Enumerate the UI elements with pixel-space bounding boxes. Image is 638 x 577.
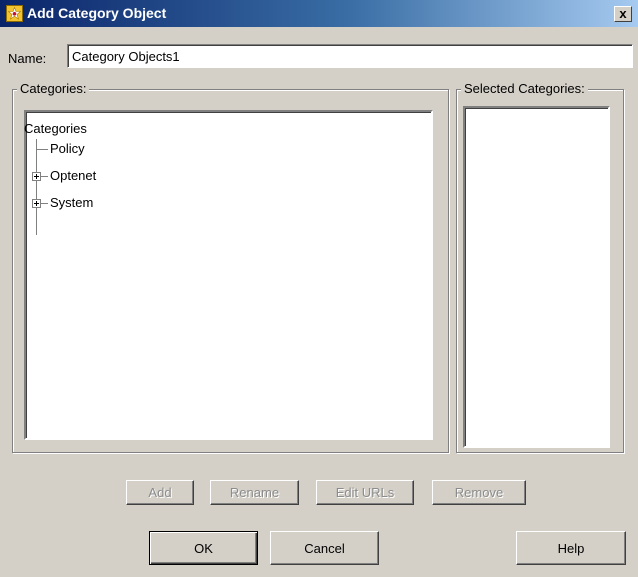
add-button[interactable]: Add xyxy=(126,480,194,505)
categories-group-label: Categories: xyxy=(17,81,90,97)
tree-root-categories[interactable]: Categories xyxy=(24,121,87,137)
expand-icon-system[interactable] xyxy=(32,199,41,208)
tree-item-optenet[interactable]: Optenet xyxy=(50,168,96,184)
selected-categories-list[interactable] xyxy=(463,106,610,448)
rename-button[interactable]: Rename xyxy=(210,480,299,505)
tree-connector-policy xyxy=(36,149,48,150)
tree-connector-vertical xyxy=(36,139,37,235)
tree-item-system[interactable]: System xyxy=(50,195,93,211)
window-title: Add Category Object xyxy=(27,5,167,21)
ok-button[interactable]: OK xyxy=(149,531,258,565)
tree-item-policy[interactable]: Policy xyxy=(50,141,85,157)
categories-group: Categories: Categories Policy Optenet Sy… xyxy=(12,81,449,453)
selected-categories-group: Selected Categories: xyxy=(456,81,624,453)
tree-connector-optenet xyxy=(41,176,48,177)
categories-tree[interactable]: Categories Policy Optenet System xyxy=(24,110,433,440)
close-button[interactable]: x xyxy=(614,6,632,22)
name-label: Name: xyxy=(8,51,47,66)
help-button[interactable]: Help xyxy=(516,531,626,565)
expand-icon-optenet[interactable] xyxy=(32,172,41,181)
selected-categories-label: Selected Categories: xyxy=(461,81,588,97)
tree-connector-system xyxy=(41,203,48,204)
app-icon xyxy=(6,5,23,22)
edit-urls-button[interactable]: Edit URLs xyxy=(316,480,414,505)
remove-button[interactable]: Remove xyxy=(432,480,526,505)
close-icon: x xyxy=(619,6,627,21)
title-bar: Add Category Object x xyxy=(0,0,638,27)
cancel-button[interactable]: Cancel xyxy=(270,531,379,565)
name-input[interactable] xyxy=(67,44,633,68)
